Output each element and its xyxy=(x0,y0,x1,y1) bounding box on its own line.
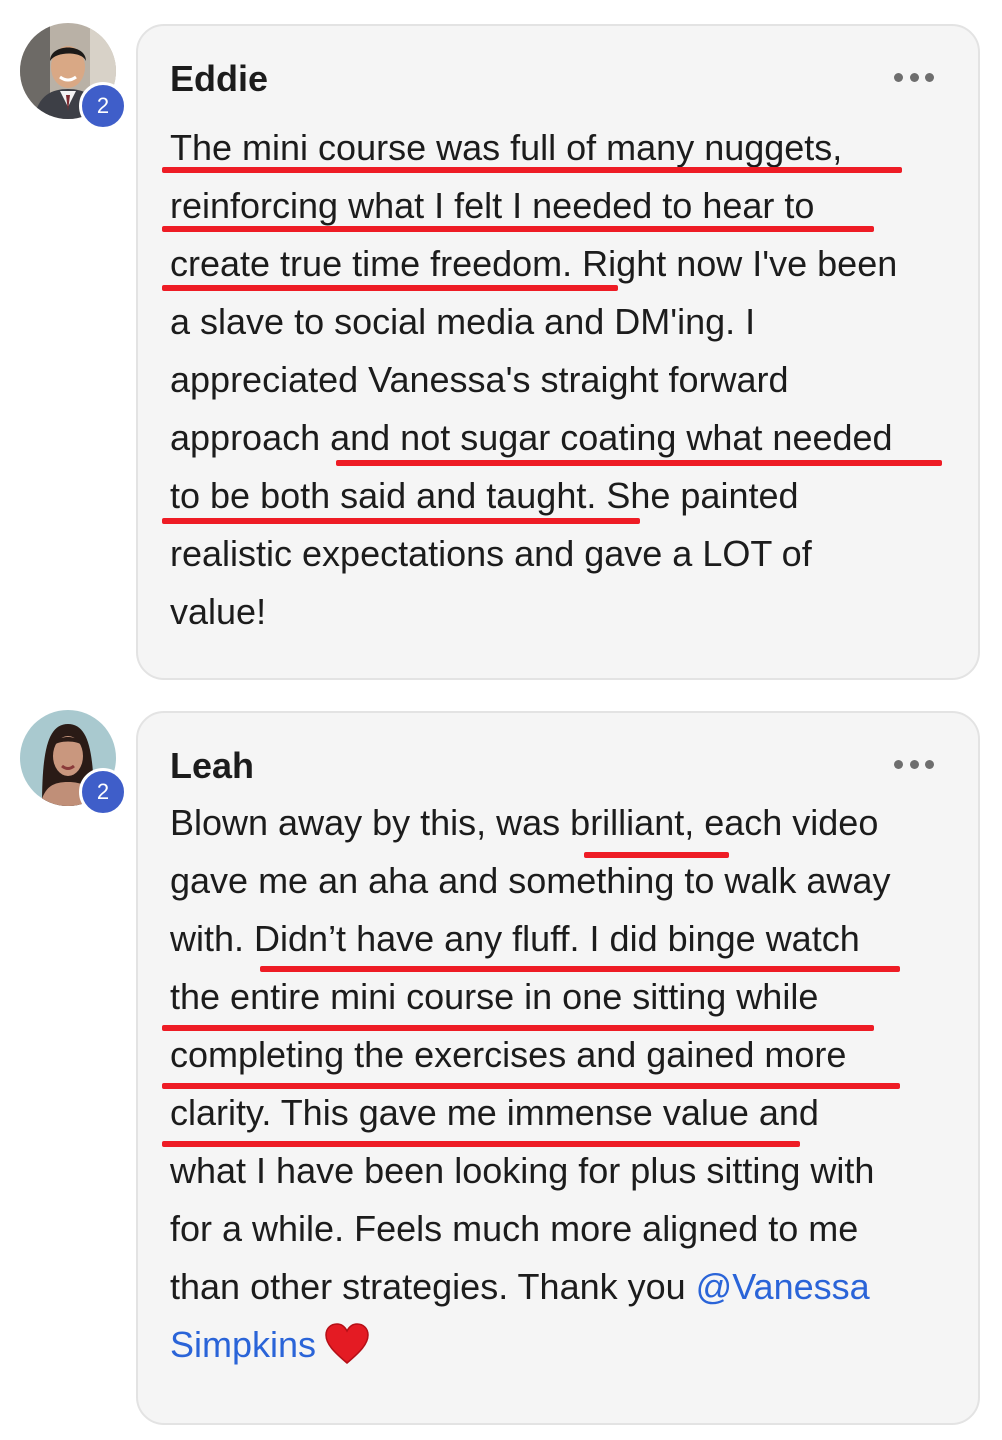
highlight-underline xyxy=(162,518,640,524)
comment-line: for a while. Feels much more aligned to … xyxy=(170,1208,859,1249)
comment-line: realistic expectations and gave a LOT of xyxy=(170,533,812,574)
author-name[interactable]: Leah xyxy=(170,745,254,787)
comment-line: gave me an aha and something to walk awa… xyxy=(170,860,891,901)
highlight-underline xyxy=(162,285,618,291)
comment-line: appreciated Vanessa's straight forward xyxy=(170,359,789,400)
comment-line: approach and not sugar coating what need… xyxy=(170,417,893,458)
author-name[interactable]: Eddie xyxy=(170,58,268,100)
highlight-underline xyxy=(260,966,900,972)
comment-line: a slave to social media and DM'ing. I xyxy=(170,301,756,342)
highlight-underline xyxy=(584,852,729,858)
comment-line: to be both said and taught. She painted xyxy=(170,475,799,516)
comment-line: the entire mini course in one sitting wh… xyxy=(170,976,819,1017)
reputation-badge: 2 xyxy=(79,768,127,816)
comment-line: than other strategies. Thank you @Vaness… xyxy=(170,1258,970,1316)
highlight-underline xyxy=(162,226,874,232)
comment-line: what I have been looking for plus sittin… xyxy=(170,1150,875,1191)
comments-thread: 2 Eddie The mini course was full of many… xyxy=(0,0,1002,1440)
comment-line-text: than other strategies. Thank you xyxy=(170,1266,686,1307)
highlight-underline xyxy=(162,167,902,173)
comment-eddie: 2 Eddie The mini course was full of many… xyxy=(0,0,1002,690)
comment-leah: 2 Leah Blown away by this, was brilliant… xyxy=(0,690,1002,1440)
comment-line: with. Didn’t have any fluff. I did binge… xyxy=(170,918,860,959)
mention-link[interactable]: @Vanessa xyxy=(696,1266,870,1307)
highlight-underline xyxy=(162,1141,800,1147)
comment-bubble: Eddie The mini course was full of many n… xyxy=(136,24,980,680)
more-options-icon[interactable] xyxy=(894,70,934,84)
highlight-underline xyxy=(162,1025,874,1031)
more-options-icon[interactable] xyxy=(894,757,934,771)
comment-text: The mini course was full of many nuggets… xyxy=(170,119,970,641)
comment-bubble: Leah Blown away by this, was brilliant, … xyxy=(136,711,980,1425)
heart-emoji-icon xyxy=(324,1323,370,1382)
comment-line: clarity. This gave me immense value and xyxy=(170,1092,819,1133)
mention-link[interactable]: Simpkins xyxy=(170,1324,316,1365)
reputation-badge: 2 xyxy=(79,82,127,130)
highlight-underline xyxy=(162,1083,900,1089)
highlight-underline xyxy=(336,460,942,466)
comment-line: Simpkins xyxy=(170,1316,970,1374)
comment-line: value! xyxy=(170,591,267,632)
comment-line: completing the exercises and gained more xyxy=(170,1034,847,1075)
comment-line: Blown away by this, was brilliant, each … xyxy=(170,802,879,843)
